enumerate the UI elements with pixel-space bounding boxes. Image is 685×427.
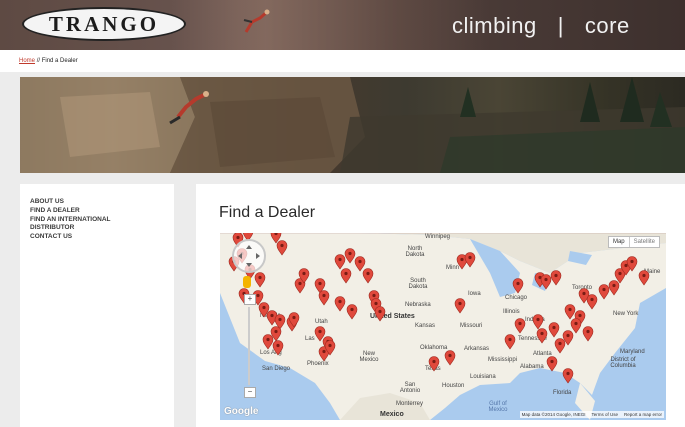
dealer-marker-icon[interactable] [334, 296, 346, 312]
dealer-marker-icon[interactable] [514, 318, 526, 334]
dealer-marker-icon[interactable] [444, 350, 456, 366]
dealer-marker-icon[interactable] [362, 268, 374, 284]
sidebar-item-about-us[interactable]: ABOUT US [30, 198, 140, 206]
breadcrumb-bar [0, 50, 685, 72]
pan-control[interactable] [232, 239, 266, 273]
zoom-slider-track[interactable] [248, 307, 250, 385]
terms-of-use-link[interactable]: Terms of Use [591, 412, 618, 417]
dealer-marker-icon[interactable] [454, 298, 466, 314]
dealer-marker-icon[interactable] [582, 326, 594, 342]
dealer-markers [228, 233, 650, 384]
trango-logo[interactable]: TRANGO [22, 7, 186, 41]
map-attribution: Map data ©2014 Google, INEGI Terms of Us… [519, 411, 664, 418]
dealer-marker-icon[interactable] [598, 284, 610, 300]
sidebar-nav: ABOUT US FIND A DEALER FIND AN INTERNATI… [20, 184, 174, 427]
dealer-marker-icon[interactable] [608, 280, 620, 296]
map-type-control: Map Satellite [607, 236, 660, 248]
map-type-satellite-button[interactable]: Satellite [628, 237, 659, 247]
zoom-out-button[interactable]: − [244, 387, 256, 398]
dealer-marker-icon[interactable] [374, 306, 386, 322]
dealer-map[interactable]: Winnipeg North Dakota Minn South Dakota … [220, 233, 666, 420]
map-data-credit: Map data ©2014 Google, INEGI [521, 412, 586, 417]
dealer-marker-icon[interactable] [638, 270, 650, 286]
dealer-marker-icon[interactable] [272, 340, 284, 356]
dealer-marker-icon[interactable] [554, 338, 566, 354]
dealer-marker-icon[interactable] [562, 368, 574, 384]
dealer-marker-icon[interactable] [512, 278, 524, 294]
dealer-marker-icon[interactable] [550, 270, 562, 286]
zoom-in-button[interactable]: + [244, 294, 256, 305]
breadcrumb: Home // Find a Dealer [19, 58, 78, 64]
dealer-marker-icon[interactable] [564, 304, 576, 320]
dealer-marker-icon[interactable] [586, 294, 598, 310]
hero-image [20, 77, 685, 173]
dealer-marker-icon[interactable] [540, 274, 552, 290]
zoom-control: + − [244, 294, 256, 398]
dealer-marker-icon[interactable] [354, 256, 366, 272]
dealer-marker-icon[interactable] [346, 304, 358, 320]
dealer-marker-icon[interactable] [504, 334, 516, 350]
map-type-map-button[interactable]: Map [609, 237, 629, 247]
breadcrumb-home-link[interactable]: Home [19, 58, 35, 64]
dealer-marker-icon[interactable] [334, 254, 346, 270]
header-climber-image [243, 9, 270, 33]
dealer-marker-icon[interactable] [276, 240, 288, 256]
dealer-marker-icon[interactable] [546, 356, 558, 372]
dealer-marker-icon[interactable] [532, 314, 544, 330]
pan-arrows-icon [238, 245, 260, 267]
site-header: TRANGO climbing | core [0, 0, 685, 50]
breadcrumb-separator: // [36, 58, 41, 64]
dealer-marker-icon[interactable] [254, 272, 266, 288]
page-title: Find a Dealer [219, 204, 316, 221]
sidebar-item-contact-us[interactable]: CONTACT US [30, 233, 140, 241]
sidebar-item-find-a-dealer[interactable]: FIND A DEALER [30, 207, 140, 215]
dealer-marker-icon[interactable] [548, 322, 560, 338]
dealer-marker-icon[interactable] [464, 252, 476, 268]
report-map-error-link[interactable]: Report a map error [624, 412, 662, 417]
dealer-marker-icon[interactable] [262, 334, 274, 350]
sidebar-item-international-distributor[interactable]: FIND AN INTERNATIONAL DISTRIBUTOR [30, 216, 140, 232]
breadcrumb-current: Find a Dealer [41, 58, 78, 64]
google-logo: Google [224, 406, 259, 417]
dealer-marker-icon[interactable] [344, 248, 356, 264]
header-rock-image [170, 0, 490, 50]
dealer-marker-icon[interactable] [536, 328, 548, 344]
street-view-pegman-icon[interactable] [243, 276, 251, 288]
hero-climbing-scene [20, 77, 685, 173]
dealer-marker-icon[interactable] [340, 268, 352, 284]
dealer-marker-icon[interactable] [318, 290, 330, 306]
dealer-marker-icon[interactable] [570, 318, 582, 334]
dealer-marker-icon[interactable] [428, 356, 440, 372]
site-tagline: climbing | core [452, 13, 630, 38]
